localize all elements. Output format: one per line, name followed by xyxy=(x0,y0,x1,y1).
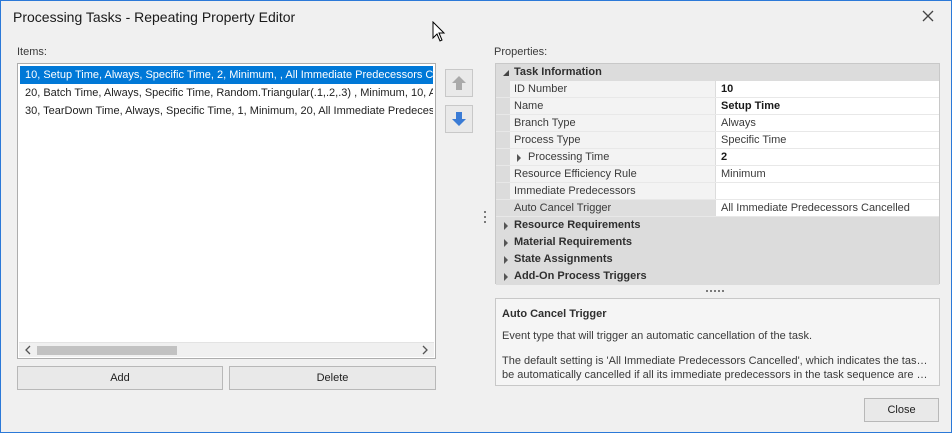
expand-icon[interactable] xyxy=(502,273,510,281)
property-row-branch-type[interactable]: Branch Type Always xyxy=(496,115,939,132)
property-value[interactable]: 2 xyxy=(717,149,939,165)
property-name: Name xyxy=(510,98,716,114)
scrollbar-thumb[interactable] xyxy=(37,346,177,355)
category-label: State Assignments xyxy=(514,253,613,265)
collapse-icon[interactable] xyxy=(502,69,510,77)
expand-icon[interactable] xyxy=(502,256,510,264)
mouse-cursor-icon xyxy=(432,21,446,42)
property-row-name[interactable]: Name Setup Time xyxy=(496,98,939,115)
category-task-information[interactable]: Task Information xyxy=(496,64,939,81)
arrow-down-icon xyxy=(452,112,466,126)
property-name: Auto Cancel Trigger xyxy=(510,200,716,216)
category-resource-requirements[interactable]: Resource Requirements xyxy=(496,217,939,234)
close-icon[interactable] xyxy=(919,7,937,25)
property-row-auto-cancel-trigger[interactable]: Auto Cancel Trigger All Immediate Predec… xyxy=(496,200,939,217)
property-value[interactable]: Specific Time xyxy=(717,132,939,148)
description-panel: Auto Cancel Trigger Event type that will… xyxy=(495,298,940,386)
title-bar: Processing Tasks - Repeating Property Ed… xyxy=(1,1,951,33)
property-value[interactable]: 10 xyxy=(717,81,939,97)
list-item[interactable]: 20, Batch Time, Always, Specific Time, R… xyxy=(20,84,433,102)
splitter-handle-icon[interactable] xyxy=(483,209,487,225)
list-item[interactable]: 30, TearDown Time, Always, Specific Time… xyxy=(20,102,433,120)
properties-label: Properties: xyxy=(494,46,548,58)
horizontal-scrollbar[interactable] xyxy=(19,342,434,357)
property-value[interactable]: Setup Time xyxy=(717,98,939,114)
description-title: Auto Cancel Trigger xyxy=(502,308,607,320)
property-name: Immediate Predecessors xyxy=(510,183,716,199)
expand-icon[interactable] xyxy=(502,239,510,247)
arrow-up-icon xyxy=(452,76,466,90)
property-value[interactable]: Always xyxy=(717,115,939,131)
category-label: Material Requirements xyxy=(514,236,632,248)
category-label: Resource Requirements xyxy=(514,219,641,231)
property-name: Branch Type xyxy=(510,115,716,131)
splitter-handle-icon[interactable] xyxy=(705,288,725,294)
property-grid: Task Information ID Number 10 Name Setup… xyxy=(495,63,940,285)
property-name: Processing Time xyxy=(510,149,716,165)
description-text: The default setting is 'All Immediate Pr… xyxy=(502,355,932,367)
property-row-resource-efficiency-rule[interactable]: Resource Efficiency Rule Minimum xyxy=(496,166,939,183)
items-listbox[interactable]: 10, Setup Time, Always, Specific Time, 2… xyxy=(17,63,436,359)
property-value[interactable]: Minimum xyxy=(717,166,939,182)
property-row-process-type[interactable]: Process Type Specific Time xyxy=(496,132,939,149)
property-row-processing-time[interactable]: Processing Time 2 xyxy=(496,149,939,166)
items-label: Items: xyxy=(17,46,47,58)
property-value[interactable]: All Immediate Predecessors Cancelled xyxy=(717,200,939,216)
property-row-id-number[interactable]: ID Number 10 xyxy=(496,81,939,98)
items-list: 10, Setup Time, Always, Specific Time, 2… xyxy=(20,66,433,342)
scroll-left-icon[interactable] xyxy=(23,345,33,355)
add-button[interactable]: Add xyxy=(17,366,223,390)
property-name: ID Number xyxy=(510,81,716,97)
expand-icon[interactable] xyxy=(516,154,522,162)
property-name: Process Type xyxy=(510,132,716,148)
editor-window: Processing Tasks - Repeating Property Ed… xyxy=(0,0,952,433)
description-text: be automatically cancelled if all its im… xyxy=(502,369,932,381)
window-title: Processing Tasks - Repeating Property Ed… xyxy=(13,9,296,25)
description-text: Event type that will trigger an automati… xyxy=(502,330,812,342)
move-up-button[interactable] xyxy=(445,69,473,97)
property-row-immediate-predecessors[interactable]: Immediate Predecessors xyxy=(496,183,939,200)
list-item[interactable]: 10, Setup Time, Always, Specific Time, 2… xyxy=(20,66,433,84)
property-name: Resource Efficiency Rule xyxy=(510,166,716,182)
property-value[interactable] xyxy=(717,183,939,199)
category-material-requirements[interactable]: Material Requirements xyxy=(496,234,939,251)
move-down-button[interactable] xyxy=(445,105,473,133)
category-label: Task Information xyxy=(514,66,602,78)
category-state-assignments[interactable]: State Assignments xyxy=(496,251,939,268)
category-label: Add-On Process Triggers xyxy=(514,270,647,282)
delete-button[interactable]: Delete xyxy=(229,366,436,390)
category-add-on-process-triggers[interactable]: Add-On Process Triggers xyxy=(496,268,939,285)
scroll-right-icon[interactable] xyxy=(420,345,430,355)
close-button[interactable]: Close xyxy=(864,398,939,422)
expand-icon[interactable] xyxy=(502,222,510,230)
